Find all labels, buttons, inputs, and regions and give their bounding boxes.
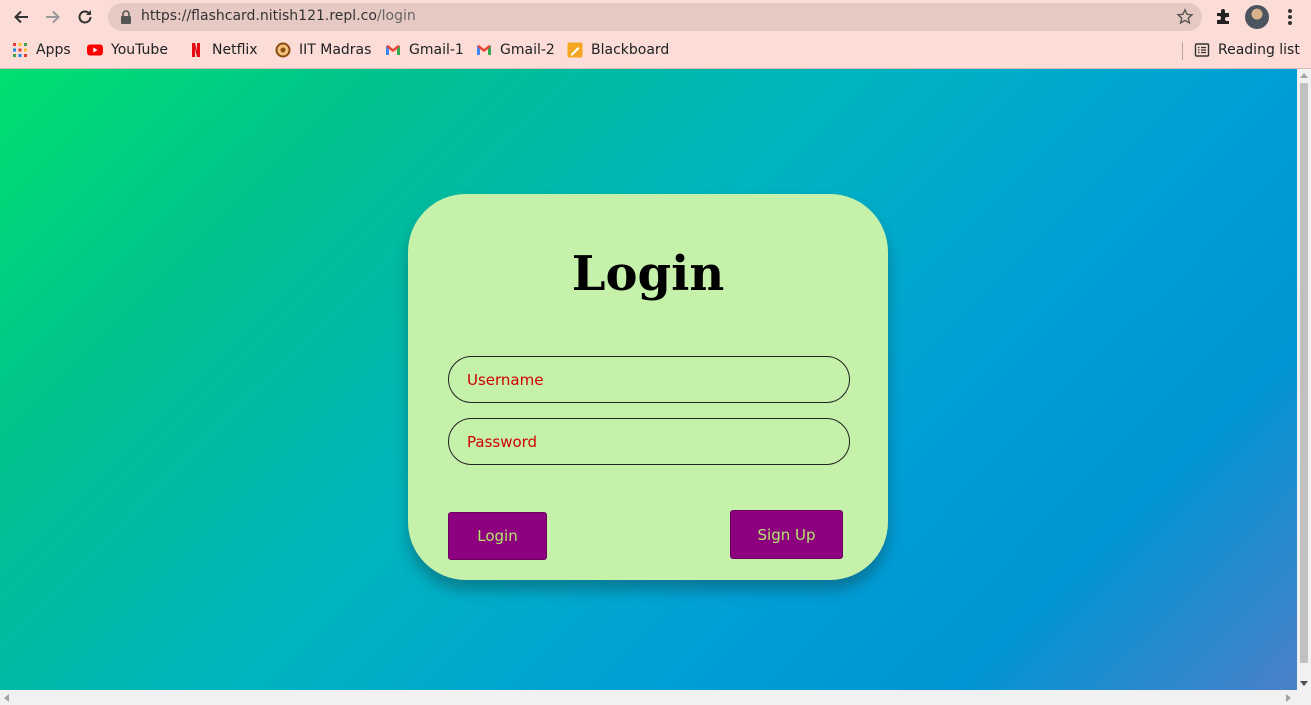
netflix-icon (188, 42, 204, 58)
bookmark-apps[interactable]: Apps (12, 40, 71, 60)
bookmark-netflix[interactable]: Netflix (188, 40, 258, 60)
bookmark-iit-madras[interactable]: IIT Madras (275, 40, 371, 60)
bookmark-blackboard[interactable]: Blackboard (567, 40, 669, 60)
reading-list-icon (1194, 42, 1210, 58)
reload-button[interactable] (73, 5, 97, 29)
gmail-icon (476, 42, 492, 58)
back-arrow-icon (14, 10, 28, 24)
page-title: Login (571, 246, 725, 302)
bookmark-label: Apps (36, 42, 71, 58)
bookmarks-divider (1182, 42, 1183, 60)
reload-icon (78, 10, 92, 24)
iit-madras-icon (275, 42, 291, 58)
youtube-icon (87, 42, 103, 58)
scroll-up-arrow-icon[interactable] (1300, 73, 1308, 78)
apps-grid-icon (12, 42, 28, 58)
scroll-left-arrow-icon[interactable] (4, 694, 9, 702)
gmail-icon (385, 42, 401, 58)
bookmark-label: YouTube (111, 42, 168, 58)
signup-button[interactable]: Sign Up (730, 510, 843, 559)
forward-arrow-icon (46, 10, 60, 24)
bookmark-gmail-1[interactable]: Gmail-1 (385, 40, 464, 60)
scroll-right-arrow-icon[interactable] (1286, 694, 1291, 702)
blackboard-icon (567, 42, 583, 58)
bookmark-label: Gmail-1 (409, 42, 464, 58)
address-bar[interactable]: https://flashcard.nitish121.repl.co/logi… (108, 3, 1202, 31)
bookmark-label: IIT Madras (299, 42, 372, 58)
url-text[interactable]: https://flashcard.nitish121.repl.co/logi… (141, 8, 416, 24)
vertical-scrollbar[interactable] (1297, 69, 1311, 690)
vertical-scroll-thumb[interactable] (1300, 83, 1308, 663)
bookmark-youtube[interactable]: YouTube (87, 40, 168, 60)
username-input[interactable] (448, 356, 850, 403)
profile-avatar[interactable] (1245, 5, 1269, 29)
page-viewport: Login Login Sign Up (0, 69, 1297, 690)
lock-icon (121, 10, 131, 24)
scroll-down-arrow-icon[interactable] (1300, 681, 1308, 686)
bookmarks-bar: Apps YouTube Netflix IIT Madras Gmail-1 (0, 36, 1311, 64)
browser-toolbar: https://flashcard.nitish121.repl.co/logi… (0, 0, 1311, 34)
bookmark-label: Gmail-2 (500, 42, 555, 58)
url-host: https://flashcard.nitish121.repl.co (141, 8, 377, 24)
reading-list-label: Reading list (1218, 42, 1300, 58)
bookmark-label: Netflix (212, 42, 258, 58)
extensions-puzzle-icon[interactable] (1214, 6, 1234, 26)
password-input[interactable] (448, 418, 850, 465)
horizontal-scrollbar[interactable] (0, 690, 1311, 705)
browser-chrome: https://flashcard.nitish121.repl.co/logi… (0, 0, 1311, 68)
bookmark-star-icon[interactable] (1176, 8, 1194, 26)
url-path: /login (376, 8, 416, 24)
bookmark-label: Blackboard (591, 42, 670, 58)
more-menu-icon[interactable] (1280, 6, 1300, 28)
login-card: Login Login Sign Up (408, 194, 888, 580)
back-button[interactable] (9, 5, 33, 29)
reading-list-button[interactable]: Reading list (1194, 40, 1300, 60)
login-button[interactable]: Login (448, 512, 547, 560)
forward-button[interactable] (41, 5, 65, 29)
bookmark-gmail-2[interactable]: Gmail-2 (476, 40, 555, 60)
